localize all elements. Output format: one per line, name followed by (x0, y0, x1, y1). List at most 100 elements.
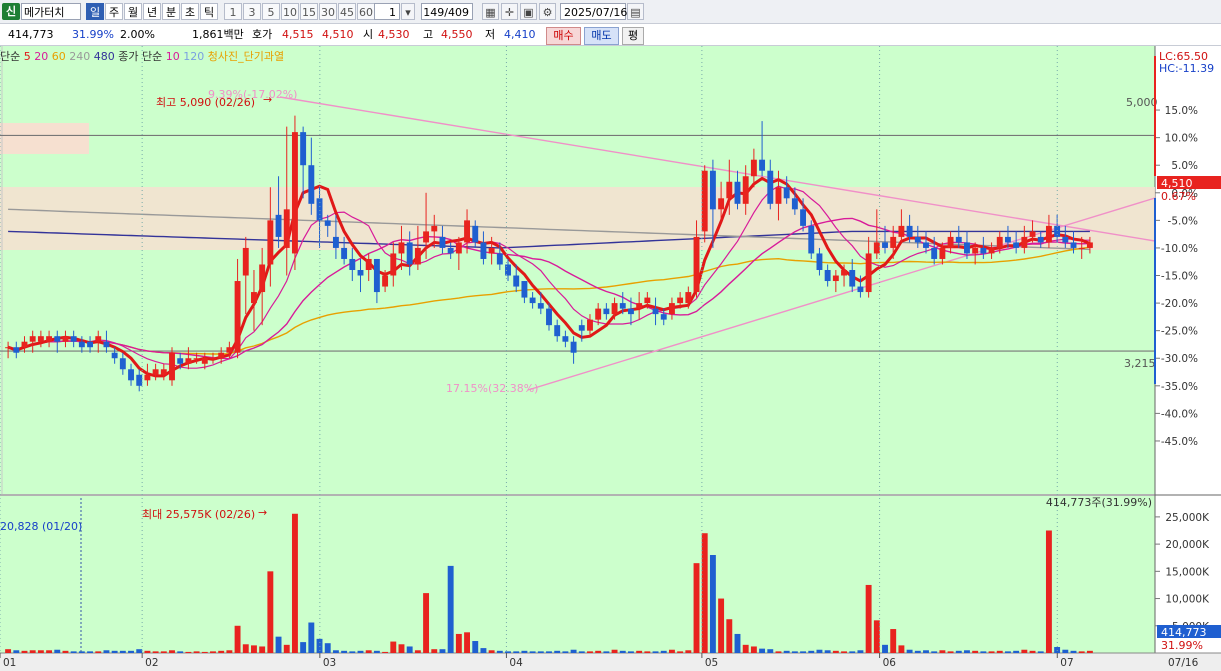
candle-body (783, 187, 790, 199)
interval-button-3[interactable]: 10 (281, 3, 299, 20)
volume-bar (1062, 649, 1069, 653)
volume-bar (128, 650, 134, 653)
volume-bar (152, 651, 159, 653)
volume-bar (808, 650, 815, 653)
volume-tag-value: 414,773 (1161, 626, 1207, 639)
candle-body (570, 341, 577, 353)
volume-bar (291, 513, 298, 653)
volume-last-annotation: 414,773주(31.99%) (1046, 496, 1152, 509)
amount-value: 1,861백만 (192, 28, 244, 41)
period-tab-4[interactable]: 분 (162, 3, 180, 20)
candle-body (406, 242, 413, 265)
period-tab-6[interactable]: 틱 (200, 3, 218, 20)
candle-body (357, 270, 364, 276)
volume-bar (1037, 651, 1044, 653)
interval-button-6[interactable]: 45 (338, 3, 356, 20)
candle-body (349, 258, 356, 270)
volume-bar (849, 651, 856, 653)
open-value: 4,530 (378, 28, 410, 41)
volume-bar (611, 649, 618, 653)
buy-button[interactable]: 매수 (546, 27, 581, 45)
volume-bar (701, 533, 708, 653)
volume-bar (251, 645, 257, 653)
volume-bar (800, 651, 807, 653)
candle-body (1078, 247, 1085, 249)
candle-body (898, 225, 905, 237)
sell-button[interactable]: 매도 (584, 27, 619, 45)
time-tick-label: 04 (509, 657, 523, 669)
page-counter[interactable]: 149/409 (421, 3, 473, 20)
period-tab-3[interactable]: 년 (143, 3, 161, 20)
high-value: 4,550 (441, 28, 473, 41)
volume-bar (365, 650, 372, 653)
volume-bar (914, 650, 921, 653)
volume-bar (218, 650, 225, 653)
time-axis-bg (0, 653, 1221, 671)
candle-body (111, 352, 118, 359)
volume-bar (341, 650, 348, 653)
candle-body (701, 170, 708, 232)
count-select[interactable]: 1 (374, 3, 400, 20)
chevron-down-icon[interactable]: ▾ (401, 3, 415, 20)
candle-body (832, 275, 839, 282)
volume-bar (136, 649, 143, 653)
settings-icon[interactable]: ⚙ (539, 3, 556, 20)
volume-bar (660, 650, 667, 653)
candle-body (21, 341, 28, 348)
volume-bar (390, 641, 397, 653)
volume-bar (529, 651, 536, 653)
price-tick-label: -10.0% (1161, 243, 1198, 255)
volume-bar (644, 651, 651, 653)
period-tab-2[interactable]: 월 (124, 3, 142, 20)
volume-bar (37, 650, 44, 653)
interval-button-0[interactable]: 1 (224, 3, 242, 20)
price-tick-label: 5.0% (1171, 160, 1198, 172)
candle-body (955, 236, 962, 243)
price-volume-chart[interactable]: 15.0%10.0%5.0%0.0%-5.0%-10.0%-15.0%-20.0… (0, 46, 1221, 671)
stock-name-input[interactable]: 메가터치 (21, 3, 81, 20)
period-tab-5[interactable]: 초 (181, 3, 199, 20)
high-label: 고 (423, 28, 434, 41)
volume-bar (414, 650, 421, 653)
interval-button-2[interactable]: 5 (262, 3, 280, 20)
candle-body (1021, 236, 1028, 248)
interval-button-7[interactable]: 60 (357, 3, 375, 20)
current-price-value: 4,510 (1161, 177, 1193, 190)
candle-body (800, 209, 807, 226)
grid-icon[interactable]: ▦ (482, 3, 499, 20)
crosshair-icon[interactable]: ✛ (501, 3, 518, 20)
candle-body (29, 336, 36, 342)
calendar-icon[interactable]: ▤ (627, 3, 644, 20)
period-tab-0[interactable]: 일 (86, 3, 104, 20)
date-input[interactable]: 2025/07/16 (560, 3, 627, 20)
candle-body (906, 225, 913, 237)
candle-body (95, 336, 102, 342)
volume-bar (111, 650, 118, 653)
volume-bar (62, 650, 69, 653)
candle-body (251, 292, 257, 304)
volume-bar (21, 650, 28, 653)
volume-bar (1021, 649, 1028, 653)
candle-body (996, 236, 1003, 248)
candle-body (791, 198, 798, 210)
interval-button-1[interactable]: 3 (243, 3, 261, 20)
volume-bar (832, 650, 839, 653)
volume-bar (46, 650, 53, 653)
interval-button-4[interactable]: 15 (300, 3, 318, 20)
save-icon[interactable]: ▣ (520, 3, 537, 20)
candle-body (373, 258, 380, 293)
volume-bar (923, 650, 929, 653)
interval-button-5[interactable]: 30 (319, 3, 337, 20)
volume-bar (455, 633, 462, 653)
candle-body (398, 242, 405, 254)
volume-bar (939, 650, 946, 653)
candle-body (226, 347, 233, 353)
time-tick-label: 05 (705, 657, 718, 669)
candle-body (964, 242, 970, 254)
eval-button[interactable]: 평 (622, 27, 644, 45)
candle-body (169, 352, 175, 381)
volume-bar (193, 651, 200, 653)
candle-body (537, 303, 544, 309)
level-3215-label: 3,215 (1124, 357, 1156, 370)
period-tab-1[interactable]: 주 (105, 3, 123, 20)
